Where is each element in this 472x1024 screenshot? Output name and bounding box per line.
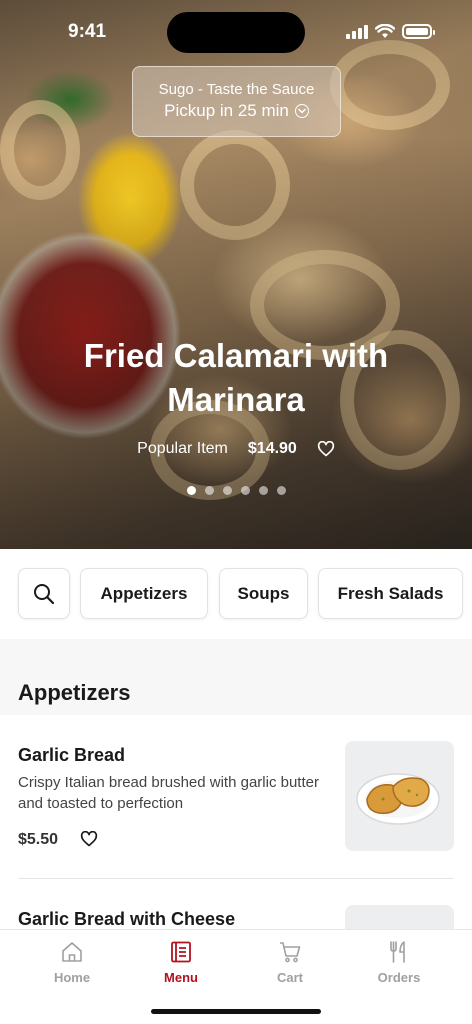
carousel-dot[interactable] xyxy=(276,486,286,495)
category-soups[interactable]: Soups xyxy=(219,568,308,619)
item-description: Crispy Italian bread brushed with garlic… xyxy=(18,774,319,812)
menu-item[interactable]: Garlic Bread Crispy Italian bread brushe… xyxy=(0,715,472,875)
hero-item-price: $14.90 xyxy=(247,440,297,457)
chevron-down-icon xyxy=(294,104,309,118)
signal-icon xyxy=(346,24,368,39)
status-icons xyxy=(346,24,435,39)
tab-label: Orders xyxy=(377,970,421,985)
tab-label: Home xyxy=(53,970,91,985)
item-image-garlic-bread xyxy=(345,741,454,851)
heart-icon[interactable] xyxy=(317,441,335,457)
cart-icon xyxy=(280,942,301,963)
popular-badge: Popular Item xyxy=(137,440,228,457)
carousel-dot[interactable] xyxy=(186,486,196,495)
calamari-ring xyxy=(180,130,290,240)
carousel-dot[interactable] xyxy=(240,486,250,495)
item-image-garlic-bread-cheese xyxy=(345,905,454,929)
search-icon xyxy=(34,583,55,604)
tab-cart[interactable]: Cart xyxy=(245,940,335,985)
heart-icon[interactable] xyxy=(80,831,98,847)
menu-list: Garlic Bread Crispy Italian bread brushe… xyxy=(0,715,472,929)
fork-knife-icon xyxy=(390,941,405,963)
restaurant-name: Sugo - Taste the Sauce xyxy=(158,81,315,98)
wifi-icon xyxy=(375,24,395,38)
home-indicator xyxy=(151,1009,321,1014)
menu-item[interactable]: Garlic Bread with Cheese xyxy=(0,879,472,929)
tab-orders[interactable]: Orders xyxy=(354,940,444,985)
carousel-dot[interactable] xyxy=(222,486,232,495)
tab-menu[interactable]: Menu xyxy=(136,940,226,985)
carousel-dot[interactable] xyxy=(258,486,268,495)
pickup-selector[interactable]: Sugo - Taste the Sauce Pickup in 25 min xyxy=(132,66,341,137)
status-bar: 9:41 xyxy=(0,0,472,60)
tab-label: Menu xyxy=(164,970,198,985)
hero-item-meta: Popular Item $14.90 xyxy=(0,440,472,458)
calamari-ring xyxy=(0,100,80,200)
item-name: Garlic Bread with Cheese xyxy=(18,909,236,929)
home-icon xyxy=(62,942,82,962)
tab-label: Cart xyxy=(276,970,303,985)
section-title: Appetizers xyxy=(18,680,131,705)
search-button[interactable] xyxy=(18,568,70,619)
hero-item-title: Fried Calamari with Marinara xyxy=(83,337,389,418)
carousel-dots[interactable] xyxy=(0,486,472,495)
battery-icon xyxy=(402,24,435,39)
dynamic-island xyxy=(167,12,305,53)
carousel-dot[interactable] xyxy=(204,486,214,495)
category-bar: Appetizers Soups Fresh Salads xyxy=(0,549,472,639)
pickup-time-label: Pickup in 25 min xyxy=(164,101,289,120)
pickup-time: Pickup in 25 min xyxy=(133,101,340,121)
status-time: 9:41 xyxy=(68,21,107,42)
category-fresh-salads[interactable]: Fresh Salads xyxy=(318,568,463,619)
item-name: Garlic Bread xyxy=(18,745,126,765)
category-appetizers[interactable]: Appetizers xyxy=(80,568,208,619)
tab-home[interactable]: Home xyxy=(27,940,117,985)
menu-icon xyxy=(171,941,191,963)
item-price: $5.50 xyxy=(18,831,59,848)
